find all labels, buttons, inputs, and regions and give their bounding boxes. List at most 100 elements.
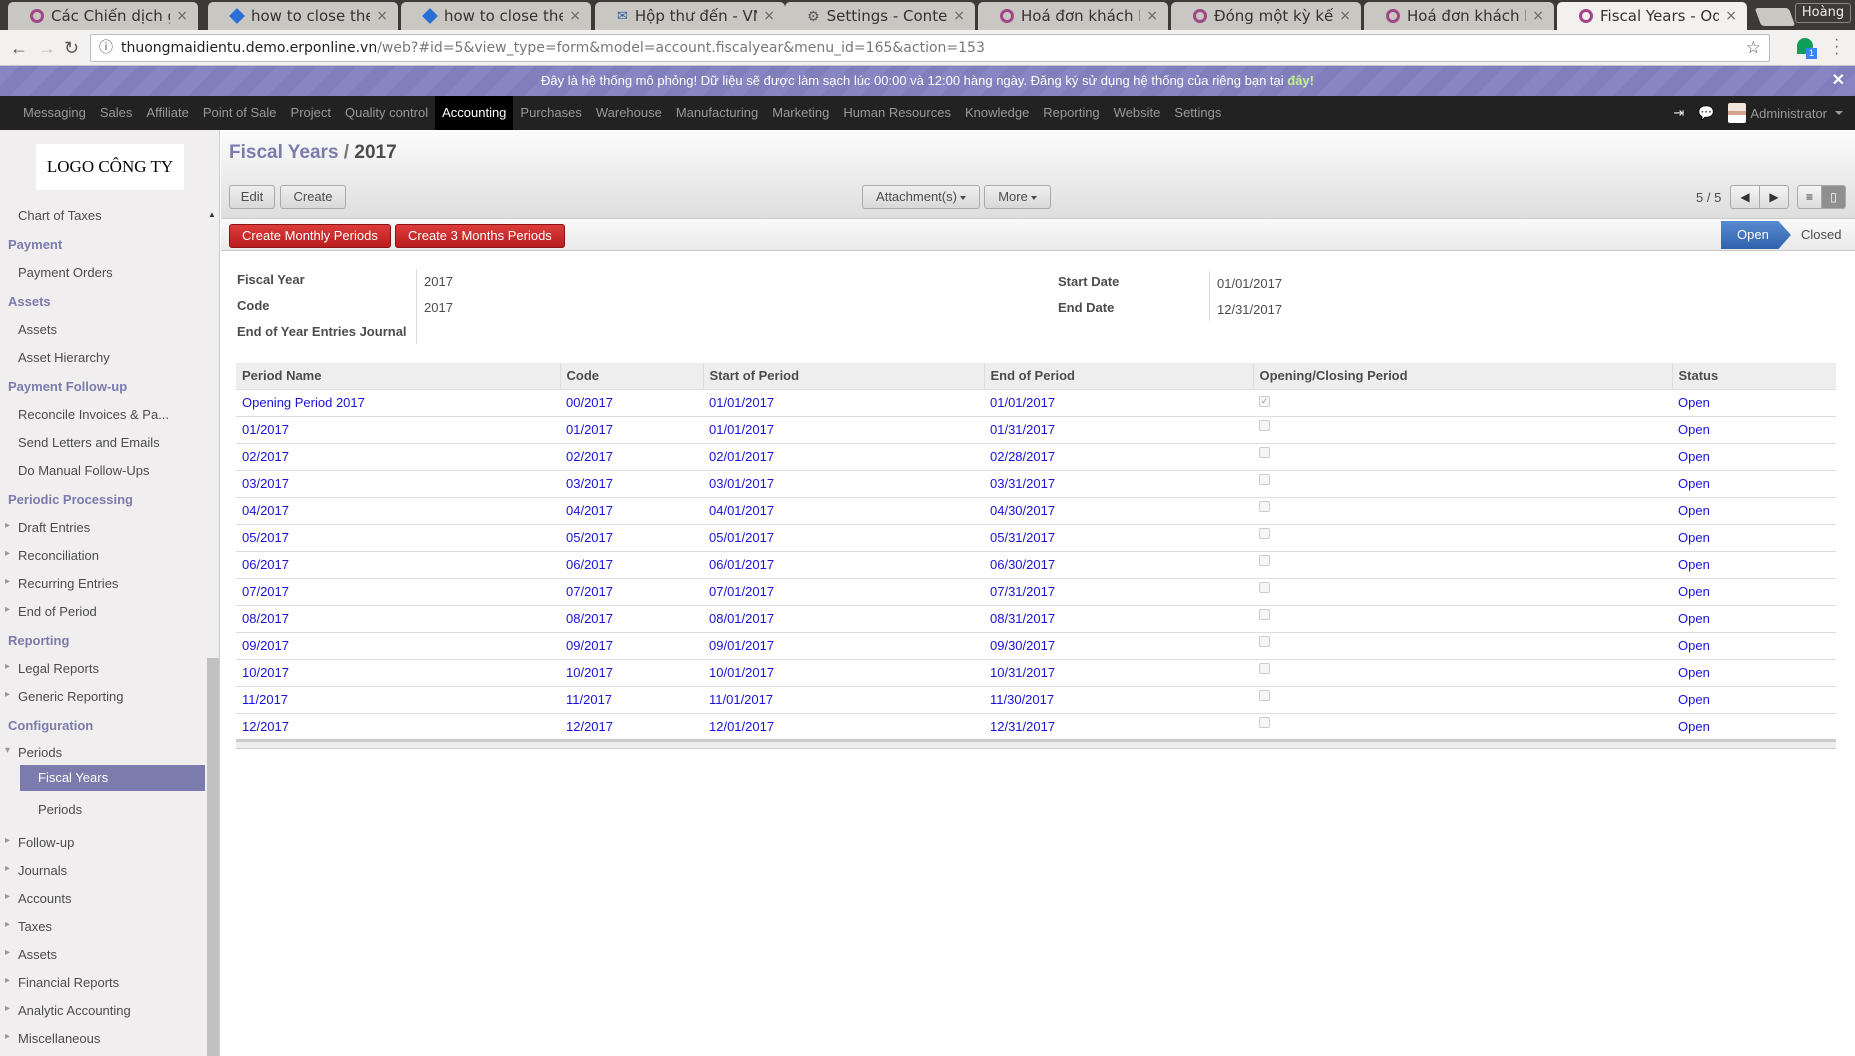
user-menu[interactable]: Administrator xyxy=(1728,103,1843,123)
top-menu-item-marketing[interactable]: Marketing xyxy=(765,96,836,130)
browser-tab[interactable]: ✉ Hộp thư đến - VNI × xyxy=(595,2,785,30)
top-menu-item-manufacturing[interactable]: Manufacturing xyxy=(669,96,765,130)
table-row[interactable]: 12/2017 12/2017 12/01/2017 12/31/2017 Open xyxy=(236,713,1836,741)
sidebar-item-draft-entries[interactable]: Draft Entries xyxy=(0,520,206,535)
period-name-cell[interactable]: 07/2017 xyxy=(236,578,560,606)
list-view-button[interactable]: ≡ xyxy=(1797,185,1822,209)
stage-open[interactable]: Open xyxy=(1721,221,1791,249)
status-cell[interactable]: Open xyxy=(1672,713,1836,741)
browser-tab[interactable]: how to close the pe × xyxy=(208,2,398,30)
browser-tab[interactable]: how to close the pe × xyxy=(401,2,591,30)
table-row[interactable]: 06/2017 06/2017 06/01/2017 06/30/2017 Open xyxy=(236,551,1836,579)
code-cell[interactable]: 00/2017 xyxy=(560,389,703,417)
sidebar-item-end-of-period[interactable]: End of Period xyxy=(0,604,206,619)
code-cell[interactable]: 11/2017 xyxy=(560,686,703,714)
sidebar-item-periods[interactable]: Periods xyxy=(0,745,206,760)
create-3-months-periods-button[interactable]: Create 3 Months Periods xyxy=(395,224,565,248)
status-cell[interactable]: Open xyxy=(1672,578,1836,606)
end-of-period-cell[interactable]: 02/28/2017 xyxy=(984,443,1253,471)
sidebar-item-recurring-entries[interactable]: Recurring Entries xyxy=(0,576,206,591)
start-of-period-cell[interactable]: 04/01/2017 xyxy=(703,497,984,525)
info-icon[interactable]: ⓘ xyxy=(99,35,113,61)
end-of-period-cell[interactable]: 09/30/2017 xyxy=(984,632,1253,660)
start-of-period-cell[interactable]: 10/01/2017 xyxy=(703,659,984,687)
period-name-cell[interactable]: 09/2017 xyxy=(236,632,560,660)
sidebar-item-legal-reports[interactable]: Legal Reports xyxy=(0,661,206,676)
tab-close-icon[interactable]: × xyxy=(569,8,581,24)
code-cell[interactable]: 06/2017 xyxy=(560,551,703,579)
status-cell[interactable]: Open xyxy=(1672,389,1836,417)
period-name-cell[interactable]: 10/2017 xyxy=(236,659,560,687)
status-cell[interactable]: Open xyxy=(1672,659,1836,687)
table-row[interactable]: 01/2017 01/2017 01/01/2017 01/31/2017 Open xyxy=(236,416,1836,444)
period-name-cell[interactable]: 11/2017 xyxy=(236,686,560,714)
code-cell[interactable]: 12/2017 xyxy=(560,713,703,741)
browser-tab[interactable]: Đóng một kỳ kế t × xyxy=(1171,2,1361,30)
status-cell[interactable]: Open xyxy=(1672,416,1836,444)
start-of-period-cell[interactable]: 01/01/2017 xyxy=(703,389,984,417)
code-cell[interactable]: 02/2017 xyxy=(560,443,703,471)
forward-icon[interactable]: → xyxy=(38,38,56,59)
end-of-period-cell[interactable]: 03/31/2017 xyxy=(984,470,1253,498)
status-cell[interactable]: Open xyxy=(1672,470,1836,498)
status-cell[interactable]: Open xyxy=(1672,497,1836,525)
end-of-period-cell[interactable]: 07/31/2017 xyxy=(984,578,1253,606)
period-name-cell[interactable]: 12/2017 xyxy=(236,713,560,741)
url-input[interactable]: ⓘ thuongmaidientu.demo.erponline.vn/web?… xyxy=(90,34,1770,62)
sidebar-item-accounts[interactable]: Accounts xyxy=(0,891,206,906)
edit-button[interactable]: Edit xyxy=(229,185,275,209)
table-row[interactable]: 05/2017 05/2017 05/01/2017 05/31/2017 Open xyxy=(236,524,1836,552)
top-menu-item-settings[interactable]: Settings xyxy=(1167,96,1228,130)
start-of-period-cell[interactable]: 09/01/2017 xyxy=(703,632,984,660)
top-menu-item-project[interactable]: Project xyxy=(284,96,338,130)
start-of-period-cell[interactable]: 07/01/2017 xyxy=(703,578,984,606)
sidebar-item-do-manual-follow-ups[interactable]: Do Manual Follow-Ups xyxy=(0,463,206,478)
sidebar-item-send-letters-and-emails[interactable]: Send Letters and Emails xyxy=(0,435,206,450)
sidebar-item-periods[interactable]: Periods xyxy=(0,802,206,817)
stage-closed[interactable]: Closed xyxy=(1799,221,1841,249)
new-tab-button[interactable] xyxy=(1754,8,1796,26)
sidebar-item-assets[interactable]: Assets xyxy=(0,947,206,962)
start-of-period-cell[interactable]: 05/01/2017 xyxy=(703,524,984,552)
period-name-cell[interactable]: 08/2017 xyxy=(236,605,560,633)
tab-close-icon[interactable]: × xyxy=(176,8,188,24)
top-menu-item-human-resources[interactable]: Human Resources xyxy=(836,96,958,130)
top-menu-item-quality-control[interactable]: Quality control xyxy=(338,96,435,130)
tab-close-icon[interactable]: × xyxy=(1339,8,1351,24)
status-cell[interactable]: Open xyxy=(1672,605,1836,633)
chat-icon[interactable]: 💬 xyxy=(1698,105,1714,121)
period-name-cell[interactable]: 06/2017 xyxy=(236,551,560,579)
start-of-period-cell[interactable]: 11/01/2017 xyxy=(703,686,984,714)
tab-close-icon[interactable]: × xyxy=(1146,8,1158,24)
top-menu-item-knowledge[interactable]: Knowledge xyxy=(958,96,1036,130)
top-menu-item-reporting[interactable]: Reporting xyxy=(1036,96,1106,130)
sidebar-item-miscellaneous[interactable]: Miscellaneous xyxy=(0,1031,206,1046)
breadcrumb-fiscal-years[interactable]: Fiscal Years xyxy=(229,142,339,163)
browser-tab[interactable]: Các Chiến dịch gửi × xyxy=(8,2,198,30)
table-row[interactable]: 04/2017 04/2017 04/01/2017 04/30/2017 Open xyxy=(236,497,1836,525)
column-end-of-period[interactable]: End of Period xyxy=(983,363,1253,390)
sidebar-item-taxes[interactable]: Taxes xyxy=(0,919,206,934)
end-of-period-cell[interactable]: 04/30/2017 xyxy=(984,497,1253,525)
column-start-of-period[interactable]: Start of Period xyxy=(702,363,984,390)
create-monthly-periods-button[interactable]: Create Monthly Periods xyxy=(229,224,391,248)
sidebar-item-generic-reporting[interactable]: Generic Reporting xyxy=(0,689,206,704)
top-menu-item-point-of-sale[interactable]: Point of Sale xyxy=(196,96,284,130)
top-menu-item-sales[interactable]: Sales xyxy=(93,96,140,130)
top-menu-item-accounting[interactable]: Accounting xyxy=(435,96,514,130)
scroll-up-icon[interactable]: ▲ xyxy=(208,210,216,219)
sidebar-item-chart-of-taxes[interactable]: Chart of Taxes xyxy=(0,208,206,223)
period-name-cell[interactable]: 05/2017 xyxy=(236,524,560,552)
top-menu-item-affiliate[interactable]: Affiliate xyxy=(139,96,195,130)
code-cell[interactable]: 01/2017 xyxy=(560,416,703,444)
sidebar-item-reconciliation[interactable]: Reconciliation xyxy=(0,548,206,563)
table-row[interactable]: Opening Period 2017 00/2017 01/01/2017 01/0… xyxy=(236,389,1836,417)
sidebar-item-asset-hierarchy[interactable]: Asset Hierarchy xyxy=(0,350,206,365)
start-of-period-cell[interactable]: 08/01/2017 xyxy=(703,605,984,633)
top-menu-item-warehouse[interactable]: Warehouse xyxy=(589,96,669,130)
logout-icon[interactable]: ⇥ xyxy=(1673,105,1684,121)
column-code[interactable]: Code xyxy=(559,363,703,390)
start-of-period-cell[interactable]: 02/01/2017 xyxy=(703,443,984,471)
table-row[interactable]: 09/2017 09/2017 09/01/2017 09/30/2017 Open xyxy=(236,632,1836,660)
status-cell[interactable]: Open xyxy=(1672,632,1836,660)
